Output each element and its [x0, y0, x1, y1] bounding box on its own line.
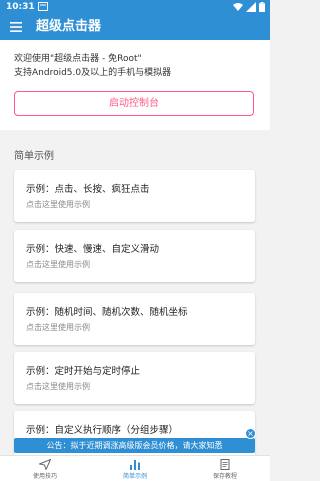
bottom-nav: 使用技巧 简单示例 保存教程 — [0, 455, 270, 481]
nav-item-save[interactable]: 保存教程 — [180, 456, 270, 481]
app-bar: 超级点击器 — [0, 14, 270, 40]
nav-item-tips[interactable]: 使用技巧 — [0, 456, 90, 481]
card-title: 示例：点击、长按、疯狂点击 — [26, 184, 150, 195]
nav-item-examples[interactable]: 简单示例 — [90, 456, 180, 481]
status-time: 10:31 — [6, 2, 35, 12]
card-subtitle: 点击这里使用示例 — [26, 260, 90, 269]
nav-label: 保存教程 — [212, 473, 237, 480]
card-title: 示例：随机时间、随机次数、随机坐标 — [26, 307, 188, 318]
signal-icon — [246, 2, 256, 12]
send-icon — [39, 459, 51, 470]
card-subtitle: 点击这里使用示例 — [26, 323, 90, 332]
bar-chart-icon — [130, 460, 140, 470]
announcement-banner[interactable]: 公告：拟于近期调涨高级版会员价格，请大家知悉 — [14, 438, 255, 453]
intro-line-1: 欢迎使用"超级点击器 - 免Root" — [14, 54, 142, 64]
intro-text: 欢迎使用"超级点击器 - 免Root" 支持Android5.0及以上的手机与模… — [14, 52, 171, 80]
status-icons — [233, 2, 265, 12]
close-icon[interactable]: × — [245, 428, 256, 439]
battery-icon — [259, 2, 265, 12]
nav-label: 使用技巧 — [32, 473, 57, 480]
status-bar: 10:31 — [0, 0, 270, 14]
card-subtitle: 点击这里使用示例 — [26, 382, 90, 391]
nav-label: 简单示例 — [122, 473, 147, 480]
section-title: 简单示例 — [14, 151, 54, 162]
example-card-timer[interactable]: 示例：定时开始与定时停止 点击这里使用示例 — [14, 352, 255, 404]
intro-line-2: 支持Android5.0及以上的手机与模拟器 — [14, 68, 172, 78]
launch-console-button[interactable]: 启动控制台 — [14, 91, 254, 116]
example-card-swipe[interactable]: 示例：快速、慢速、自定义滑动 点击这里使用示例 — [14, 230, 255, 282]
main-content[interactable]: 欢迎使用"超级点击器 - 免Root" 支持Android5.0及以上的手机与模… — [0, 40, 270, 455]
app-title: 超级点击器 — [36, 19, 102, 34]
example-card-random[interactable]: 示例：随机时间、随机次数、随机坐标 点击这里使用示例 — [14, 293, 255, 345]
menu-icon[interactable] — [10, 21, 22, 33]
wifi-icon — [233, 3, 243, 11]
card-title: 示例：自定义执行顺序（分组步骤） — [26, 425, 179, 436]
example-card-click[interactable]: 示例：点击、长按、疯狂点击 点击这里使用示例 — [14, 170, 255, 222]
card-title: 示例：快速、慢速、自定义滑动 — [26, 244, 160, 255]
card-title: 示例：定时开始与定时停止 — [26, 366, 141, 377]
document-icon — [220, 459, 230, 470]
notification-icon — [38, 2, 48, 11]
intro-panel: 欢迎使用"超级点击器 - 免Root" 支持Android5.0及以上的手机与模… — [0, 40, 270, 130]
card-subtitle: 点击这里使用示例 — [26, 200, 90, 209]
